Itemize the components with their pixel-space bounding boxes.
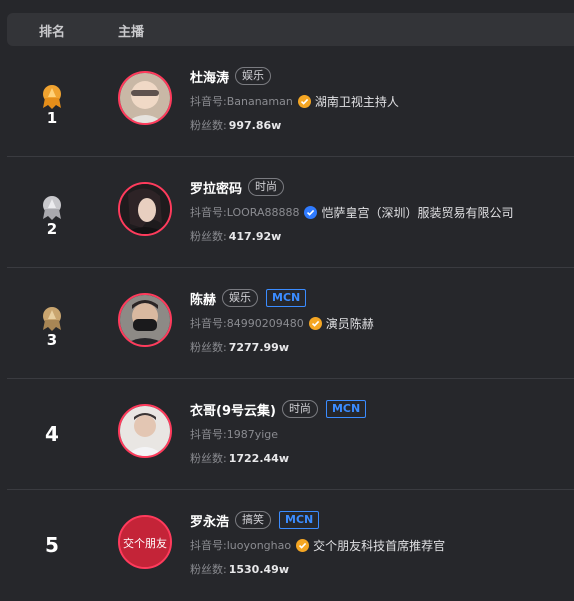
rank-number: 1 [46, 109, 58, 127]
category-tag: 时尚 [248, 178, 285, 196]
douyin-id: 抖音号:luoyonghao [190, 539, 292, 552]
rank-cell: 1 [22, 46, 82, 157]
fans-line: 粉丝数: 1722.44w [190, 450, 289, 468]
fans-count: 997.86w [228, 119, 282, 132]
rank-column-header: 排名 [39, 25, 66, 40]
table-row[interactable]: 4 衣哥(9号云集) 时尚 MCN 抖音号:1987yige 粉丝数: 1722.… [0, 379, 574, 490]
verified-badge-icon [296, 538, 310, 552]
bronze-medal-icon [43, 307, 61, 331]
avatar[interactable] [118, 71, 172, 125]
rank-cell: 5 [22, 490, 82, 601]
table-row[interactable]: 5 交个朋友 罗永浩 搞笑 MCN 抖音号:luoyonghao 交个朋友科技首… [0, 490, 574, 601]
avatar[interactable]: 交个朋友 [118, 515, 172, 569]
douyin-id: 抖音号:Bananaman [190, 95, 293, 108]
douyin-id: 抖音号:84990209480 [190, 317, 304, 330]
name-line: 罗拉密码 时尚 [190, 177, 292, 197]
rank-cell: 4 [22, 379, 82, 490]
anchor-column-header: 主播 [118, 25, 145, 40]
mcn-badge: MCN [266, 289, 307, 307]
verification-text: 演员陈赫 [325, 316, 374, 331]
fans-count: 1722.44w [228, 452, 289, 465]
avatar[interactable] [118, 293, 172, 347]
anchor-name[interactable]: 杜海涛 [190, 67, 229, 86]
verification-text: 湖南卫视主持人 [314, 94, 399, 109]
category-tag: 娱乐 [235, 67, 272, 85]
fans-label: 粉丝数: [190, 230, 227, 243]
verification-text: 交个朋友科技首席推荐官 [313, 538, 446, 553]
mcn-badge: MCN [325, 400, 367, 418]
table-row[interactable]: 2 罗拉密码 时尚 抖音号:LOORA88888 恺萨皇宫（深圳）服装贸易有限公… [0, 157, 574, 268]
id-line: 抖音号:Bananaman 湖南卫视主持人 [190, 92, 399, 110]
table-row[interactable]: 3 陈赫 娱乐 MCN 抖音号:84990209480 演员陈赫 粉丝数: 727… [0, 268, 574, 379]
name-line: 杜海涛 娱乐 [190, 66, 279, 86]
rank-number: 4 [45, 422, 59, 446]
id-line: 抖音号:luoyonghao 交个朋友科技首席推荐官 [190, 536, 445, 554]
verification-text: 恺萨皇宫（深圳）服装贸易有限公司 [321, 205, 514, 220]
verified-badge-icon [308, 316, 322, 330]
rank-number: 5 [45, 533, 59, 557]
table-row[interactable]: 1 杜海涛 娱乐 抖音号:Bananaman 湖南卫视主持人 粉丝数: 997.8… [0, 46, 574, 157]
category-tag: 时尚 [281, 400, 318, 418]
fans-label: 粉丝数: [190, 452, 227, 465]
rank-number: 3 [46, 331, 58, 349]
anchor-name[interactable]: 罗拉密码 [190, 178, 242, 197]
douyin-id: 抖音号:LOORA88888 [190, 206, 300, 219]
rank-cell: 2 [22, 157, 82, 268]
id-line: 抖音号:LOORA88888 恺萨皇宫（深圳）服装贸易有限公司 [190, 203, 514, 221]
fans-label: 粉丝数: [190, 119, 227, 132]
category-tag: 搞笑 [235, 511, 272, 529]
id-line: 抖音号:1987yige [190, 425, 283, 443]
name-line: 罗永浩 搞笑 MCN [190, 510, 320, 530]
rank-cell: 3 [22, 268, 82, 379]
verified-badge-icon [304, 205, 318, 219]
category-tag: 娱乐 [222, 289, 259, 307]
fans-line: 粉丝数: 1530.49w [190, 561, 289, 579]
id-line: 抖音号:84990209480 演员陈赫 [190, 314, 374, 332]
anchor-name[interactable]: 罗永浩 [190, 511, 229, 530]
fans-label: 粉丝数: [190, 563, 227, 576]
fans-count: 1530.49w [228, 563, 289, 576]
brand-logo-text: 交个朋友 [123, 536, 167, 550]
brand-logo: 交个朋友 [120, 517, 170, 567]
verified-badge-icon [297, 94, 311, 108]
rank-number: 2 [46, 220, 58, 238]
anchor-name[interactable]: 衣哥(9号云集) [190, 400, 276, 419]
table-header: 排名 主播 [7, 13, 574, 46]
name-line: 衣哥(9号云集) 时尚 MCN [190, 399, 367, 419]
avatar[interactable] [118, 182, 172, 236]
fans-line: 粉丝数: 417.92w [190, 228, 281, 246]
fans-line: 粉丝数: 997.86w [190, 117, 281, 135]
fans-line: 粉丝数: 7277.99w [190, 339, 289, 357]
anchor-name[interactable]: 陈赫 [190, 289, 216, 308]
name-line: 陈赫 娱乐 MCN [190, 288, 307, 308]
mcn-badge: MCN [279, 511, 320, 529]
silver-medal-icon [43, 196, 61, 220]
douyin-id: 抖音号:1987yige [190, 428, 279, 441]
fans-count: 417.92w [228, 230, 282, 243]
avatar[interactable] [118, 404, 172, 458]
fans-count: 7277.99w [228, 341, 289, 354]
fans-label: 粉丝数: [190, 341, 227, 354]
gold-medal-icon [43, 85, 61, 109]
